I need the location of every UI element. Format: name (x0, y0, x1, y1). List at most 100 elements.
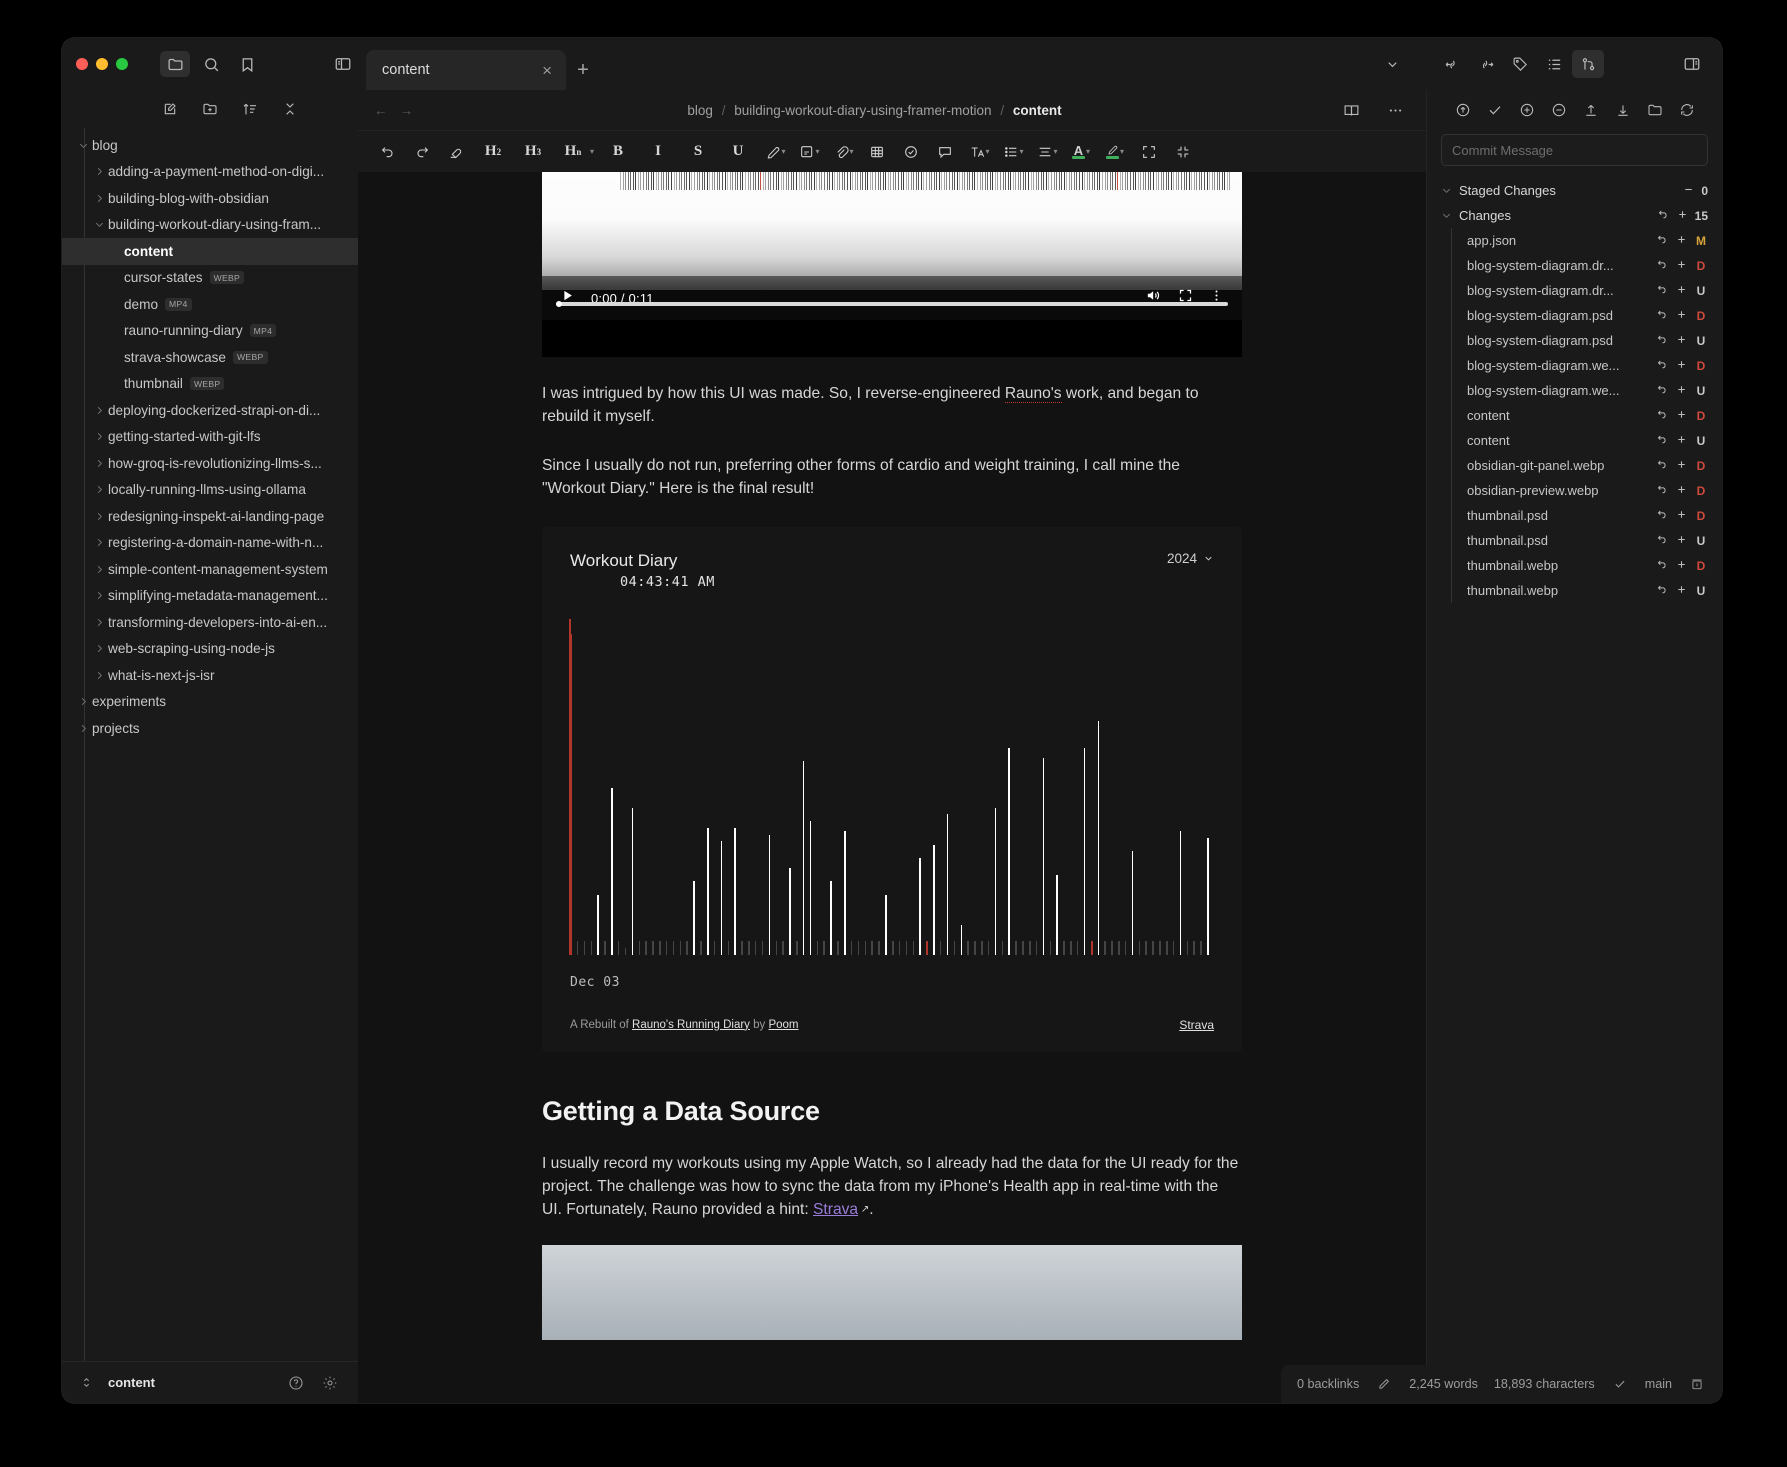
git-file-actions[interactable]: D (1656, 458, 1708, 474)
chevron-right-icon[interactable] (90, 507, 108, 525)
breadcrumb-item-folder[interactable]: building-workout-diary-using-framer-moti… (734, 103, 991, 118)
reading-view-icon[interactable] (1336, 97, 1366, 123)
new-note-icon[interactable] (157, 97, 183, 121)
close-icon[interactable]: × (522, 62, 552, 79)
git-icon[interactable] (1572, 50, 1604, 78)
tree-item-simple-content-management-system[interactable]: simple-content-management-system (62, 556, 358, 583)
strikethrough-button[interactable]: S (679, 138, 717, 166)
tree-item-strava-showcase[interactable]: strava-showcase WEBP (62, 344, 358, 371)
collapse-all-icon[interactable] (277, 97, 303, 121)
video-embed[interactable]: 0:00 / 0:11 (542, 172, 1242, 357)
image-embed[interactable] (542, 1245, 1242, 1341)
strava-link[interactable]: Strava (813, 1201, 858, 1218)
tree-item-experiments[interactable]: experiments (62, 689, 358, 716)
chevron-right-icon[interactable] (74, 693, 92, 711)
git-file-actions[interactable]: U (1656, 533, 1708, 549)
stage-all-icon[interactable] (1514, 98, 1540, 122)
tree-item-what-is-next-js-isr[interactable]: what-is-next-js-isr (62, 662, 358, 689)
expand-collapse-icon[interactable] (74, 1372, 98, 1394)
git-file-row[interactable]: thumbnail.psd U (1437, 528, 1712, 553)
tab-content[interactable]: content × (366, 50, 566, 90)
text-style-icon[interactable]: ▾ (963, 138, 995, 166)
git-file-actions[interactable]: U (1656, 383, 1708, 399)
backlink-icon[interactable] (1436, 50, 1468, 78)
git-file-actions[interactable]: D (1656, 408, 1708, 424)
outgoing-link-icon[interactable] (1470, 50, 1502, 78)
heading-3-button[interactable]: H3 (514, 138, 552, 166)
align-icon[interactable]: ▾ (1031, 138, 1063, 166)
git-section-changes[interactable]: Changes 15 (1437, 203, 1712, 228)
pull-icon[interactable] (1610, 98, 1636, 122)
tree-item-web-scraping-using-node-js[interactable]: web-scraping-using-node-js (62, 636, 358, 663)
git-file-row[interactable]: blog-system-diagram.psd D (1437, 303, 1712, 328)
minimize-window-button[interactable] (96, 58, 108, 70)
new-folder-icon[interactable] (197, 97, 223, 121)
sort-icon[interactable] (237, 97, 263, 121)
chevron-right-icon[interactable] (74, 719, 92, 737)
tree-item-simplifying-metadata-management-[interactable]: simplifying-metadata-management... (62, 583, 358, 610)
git-file-row[interactable]: content U (1437, 428, 1712, 453)
git-branch-label[interactable]: main (1645, 1377, 1672, 1391)
expand-icon[interactable] (1133, 138, 1165, 166)
new-tab-button[interactable]: + (566, 50, 600, 90)
tree-item-thumbnail[interactable]: thumbnail WEBP (62, 371, 358, 398)
file-tree[interactable]: blog adding-a-payment-method-on-digi... bu… (62, 128, 358, 1361)
traffic-lights[interactable] (76, 58, 128, 70)
commit-message-input[interactable]: Commit Message (1441, 134, 1708, 166)
chart-credit-link-1[interactable]: Rauno's Running Diary (632, 1019, 750, 1031)
folder-icon[interactable] (160, 51, 190, 77)
git-file-row[interactable]: blog-system-diagram.psd U (1437, 328, 1712, 353)
check-icon[interactable] (1611, 1375, 1629, 1393)
attachment-icon[interactable]: ▾ (827, 138, 859, 166)
git-file-row[interactable]: content D (1437, 403, 1712, 428)
forward-button[interactable]: → (400, 103, 414, 118)
undo-icon[interactable] (372, 138, 404, 166)
underline-button[interactable]: U (719, 138, 757, 166)
workout-diary-chart[interactable]: Workout Diary 04:43:41 AM 2024 Dec 03 A … (542, 526, 1242, 1052)
tree-item-content[interactable]: content (62, 238, 358, 265)
git-file-actions[interactable]: D (1656, 558, 1708, 574)
editor-toolbar[interactable]: H 2 H 3 Hn ▾ B I S U ▾ ▾ ▾ ▾ ▾ ▾ A ▾ ▾ (358, 130, 1426, 172)
refresh-icon[interactable] (1674, 98, 1700, 122)
backlinks-count[interactable]: 0 backlinks (1297, 1377, 1359, 1391)
chevron-down-icon[interactable] (1437, 207, 1455, 225)
collapse-icon[interactable] (1167, 138, 1199, 166)
git-file-row[interactable]: blog-system-diagram.dr... D (1437, 253, 1712, 278)
edit-note-icon[interactable]: ▾ (793, 138, 825, 166)
git-file-row[interactable]: thumbnail.psd D (1437, 503, 1712, 528)
git-file-row[interactable]: thumbnail.webp D (1437, 553, 1712, 578)
chevron-down-icon[interactable] (1376, 50, 1408, 78)
git-file-actions[interactable]: D (1656, 483, 1708, 499)
tree-item-rauno-running-diary[interactable]: rauno-running-diary MP4 (62, 318, 358, 345)
commit-push-icon[interactable] (1450, 98, 1476, 122)
tree-item-redesigning-inspekt-ai-landing-pag[interactable]: redesigning-inspekt-ai-landing-page (62, 503, 358, 530)
bullet-list-icon[interactable]: ▾ (997, 138, 1029, 166)
chevron-right-icon[interactable] (90, 189, 108, 207)
tree-item-how-groq-is-revolutionizing-llms-s[interactable]: how-groq-is-revolutionizing-llms-s... (62, 450, 358, 477)
git-file-actions[interactable]: D (1656, 508, 1708, 524)
git-file-actions[interactable]: U (1656, 433, 1708, 449)
chevron-right-icon[interactable] (90, 481, 108, 499)
chevron-right-icon[interactable] (90, 640, 108, 658)
italic-button[interactable]: I (639, 138, 677, 166)
help-icon[interactable] (284, 1372, 308, 1394)
video-controls[interactable]: 0:00 / 0:11 (542, 276, 1242, 320)
video-progress-knob[interactable] (556, 301, 562, 307)
git-file-row[interactable]: app.json M (1437, 228, 1712, 253)
git-file-row[interactable]: obsidian-preview.webp D (1437, 478, 1712, 503)
more-options-icon[interactable] (1380, 97, 1410, 123)
git-file-actions[interactable]: D (1656, 258, 1708, 274)
chevron-right-icon[interactable] (90, 163, 108, 181)
tree-item-blog[interactable]: blog (62, 132, 358, 159)
bold-button[interactable]: B (599, 138, 637, 166)
checklist-icon[interactable] (895, 138, 927, 166)
git-file-actions[interactable]: U (1656, 283, 1708, 299)
tree-item-deploying-dockerized-strapi-on-di-[interactable]: deploying-dockerized-strapi-on-di... (62, 397, 358, 424)
video-progress-bar[interactable] (556, 301, 1228, 307)
tree-item-locally-running-llms-using-ollama[interactable]: locally-running-llms-using-ollama (62, 477, 358, 504)
git-file-row[interactable]: blog-system-diagram.we... D (1437, 353, 1712, 378)
back-button[interactable]: ← (374, 103, 388, 118)
git-file-actions[interactable]: U (1656, 333, 1708, 349)
tree-item-projects[interactable]: projects (62, 715, 358, 742)
breadcrumb-item-blog[interactable]: blog (687, 103, 713, 118)
